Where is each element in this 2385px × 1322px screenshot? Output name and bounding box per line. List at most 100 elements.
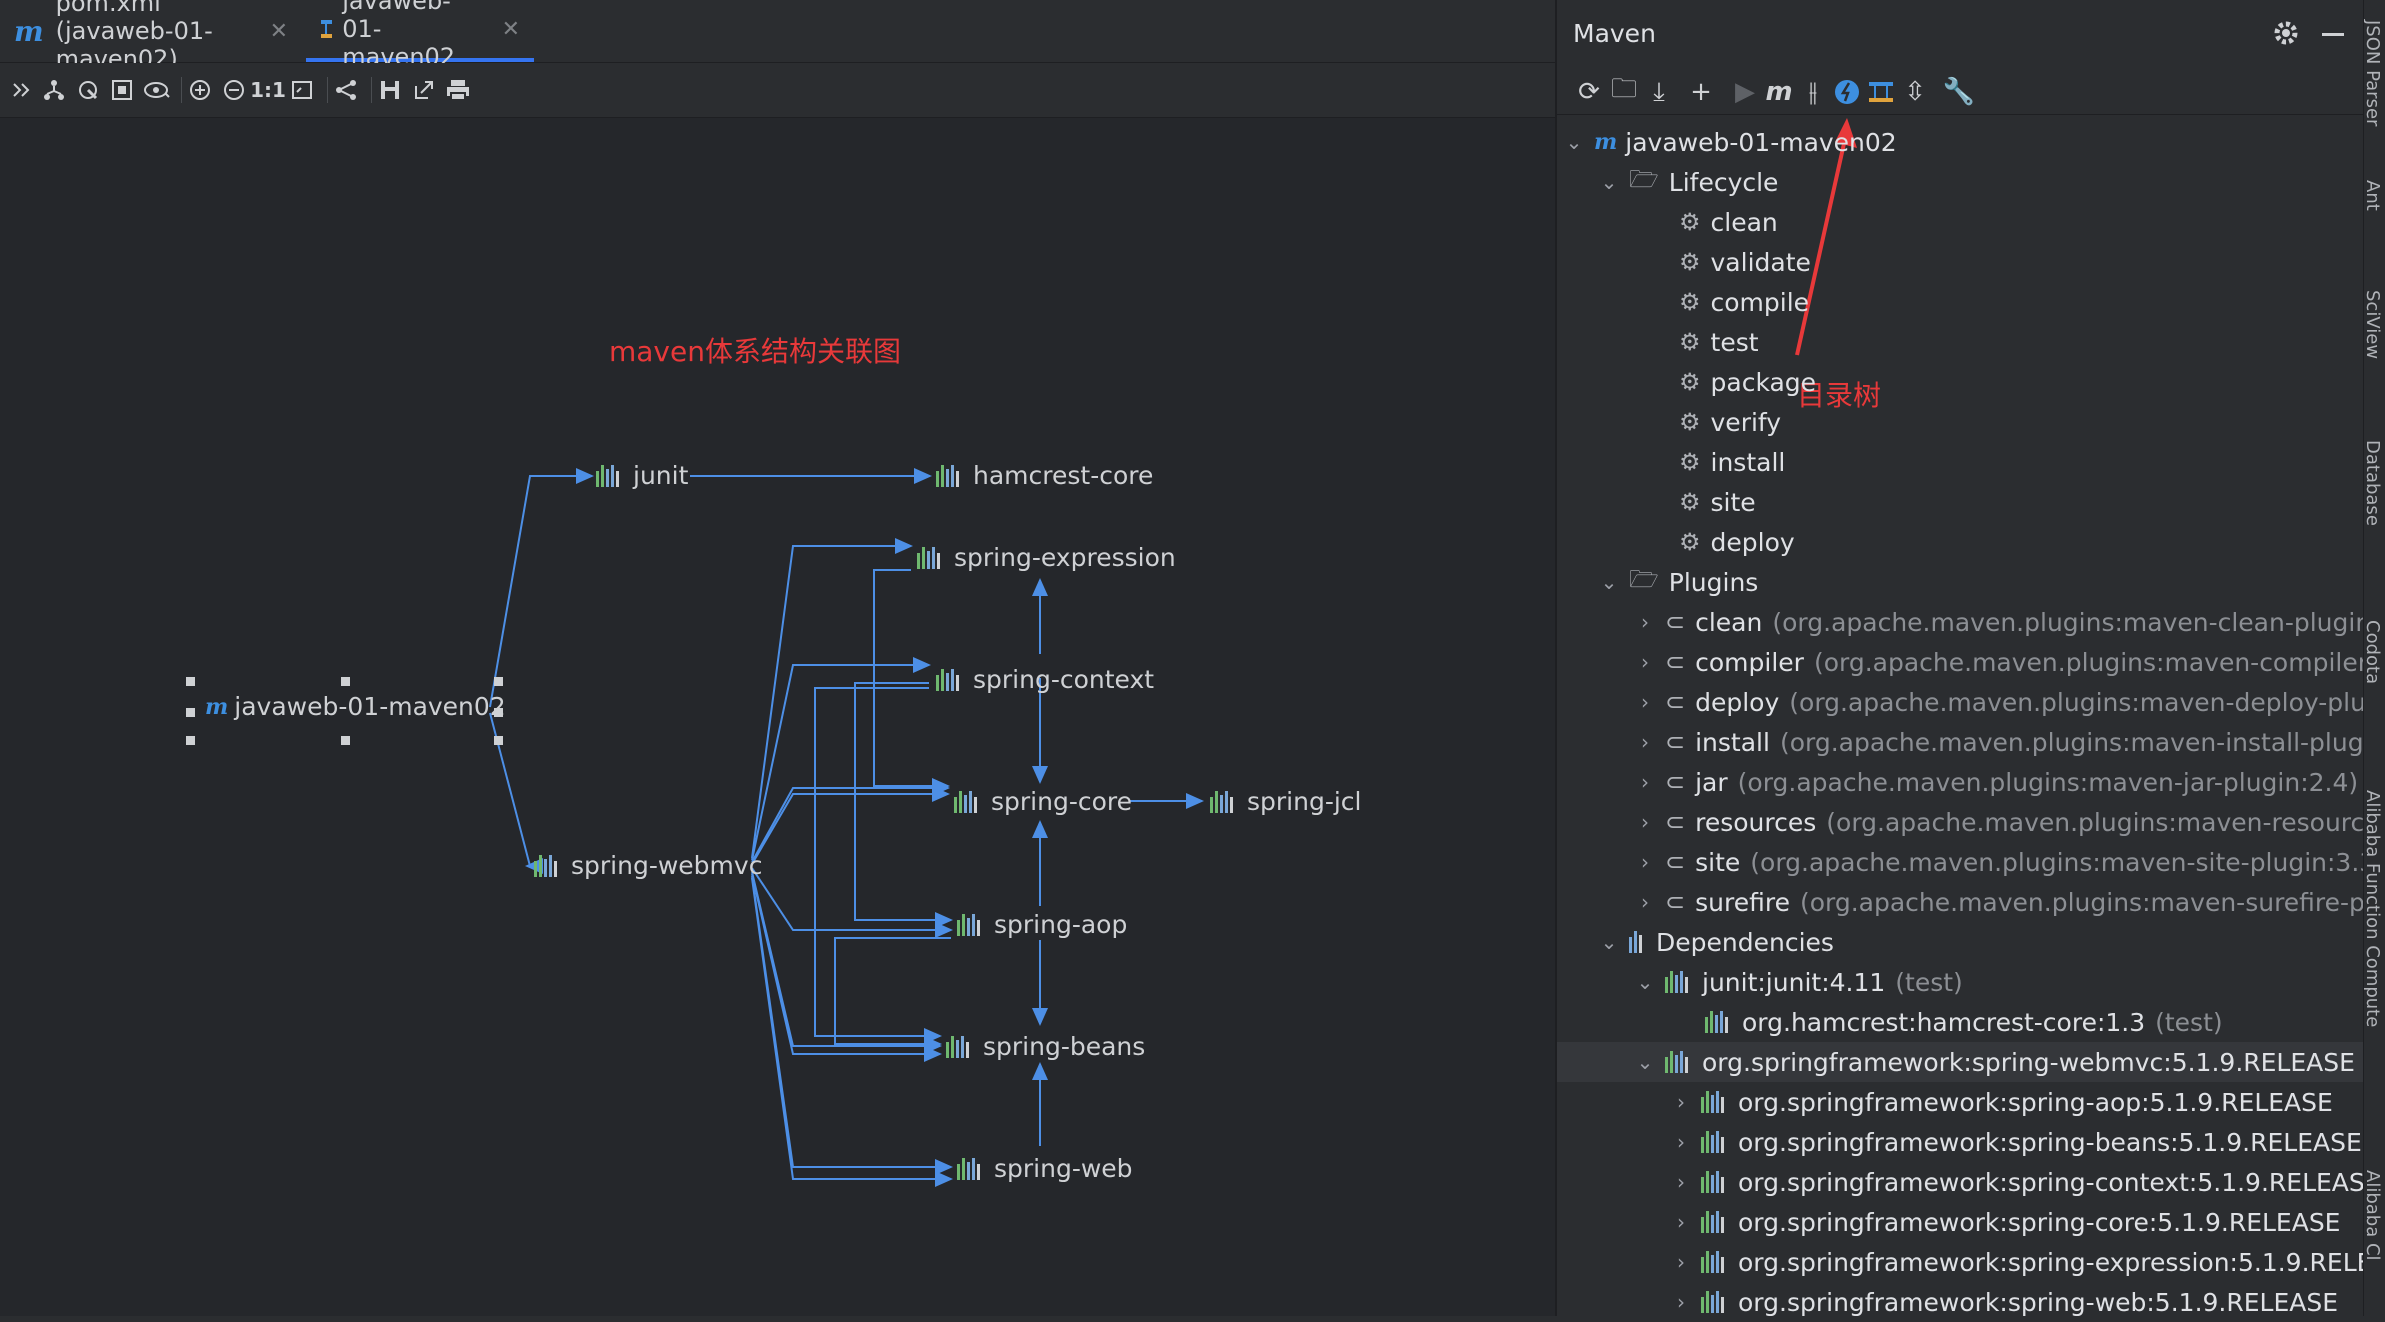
tree-label: javaweb-01-maven02: [1625, 127, 1897, 157]
node-spring-core[interactable]: spring-core: [954, 787, 1132, 816]
selection-handle[interactable]: [341, 677, 350, 686]
lifecycle-validate[interactable]: ⚙ validate: [1557, 242, 2385, 282]
chevron-down-icon[interactable]: ⌄: [1597, 930, 1621, 954]
tree-label: deploy: [1695, 687, 1780, 717]
chevron-right-icon[interactable]: ›: [1669, 1290, 1693, 1314]
tab-pom-xml[interactable]: m pom.xml (javaweb-01-maven02) ✕: [0, 0, 302, 73]
tree-label: org.springframework:spring-webmvc:5.1.9.…: [1702, 1047, 2355, 1077]
chevron-down-icon[interactable]: ⌄: [1562, 130, 1586, 154]
node-spring-beans[interactable]: spring-beans: [946, 1032, 1145, 1061]
node-hamcrest-core[interactable]: hamcrest-core: [936, 461, 1153, 490]
plugin-install[interactable]: › ⊂ install (org.apache.maven.plugins:maven…: [1557, 722, 2385, 762]
chevron-right-icon[interactable]: ›: [1669, 1090, 1693, 1114]
dep-spring-core[interactable]: › org.springframework:spring-core:5.1.9.R…: [1557, 1202, 2385, 1242]
dep-webmvc[interactable]: ⌄ org.springframework:spring-webmvc:5.1.…: [1557, 1042, 2385, 1082]
dep-junit[interactable]: ⌄ junit:junit:4.11 (test): [1557, 962, 2385, 1002]
lifecycle-site[interactable]: ⚙ site: [1557, 482, 2385, 522]
tab-diagram[interactable]: javaweb-01-maven02 ✕: [306, 0, 534, 71]
selection-handle[interactable]: [494, 736, 503, 745]
plugin-resources[interactable]: › ⊂ resources (org.apache.maven.plugins:mav…: [1557, 802, 2385, 842]
sidebar-sciview[interactable]: SciView: [2364, 290, 2383, 359]
tree-dependencies[interactable]: ⌄ Dependencies: [1557, 922, 2385, 962]
chevron-down-icon[interactable]: ⌄: [1597, 570, 1621, 594]
chevron-right-icon[interactable]: ›: [1633, 730, 1657, 754]
chevron-right-icon[interactable]: ›: [1669, 1250, 1693, 1274]
dep-spring-beans[interactable]: › org.springframework:spring-beans:5.1.9.…: [1557, 1122, 2385, 1162]
selection-handle[interactable]: [186, 708, 195, 717]
dep-spring-aop[interactable]: › org.springframework:spring-aop:5.1.9.RE…: [1557, 1082, 2385, 1122]
chevron-down-icon[interactable]: ⌄: [1597, 170, 1621, 194]
close-icon[interactable]: ✕: [502, 17, 520, 42]
plugin-deploy[interactable]: › ⊂ deploy (org.apache.maven.plugins:maven-…: [1557, 682, 2385, 722]
lifecycle-compile[interactable]: ⚙ compile: [1557, 282, 2385, 322]
tree-label: site: [1695, 847, 1741, 877]
dep-hamcrest[interactable]: org.hamcrest:hamcrest-core:1.3 (test): [1557, 1002, 2385, 1042]
node-spring-context[interactable]: spring-context: [936, 665, 1154, 694]
chevron-right-icon[interactable]: ›: [1633, 810, 1657, 834]
chevron-right-icon[interactable]: ›: [1669, 1210, 1693, 1234]
dep-spring-web[interactable]: › org.springframework:spring-web:5.1.9.RE…: [1557, 1282, 2385, 1322]
chevron-right-icon[interactable]: ›: [1633, 770, 1657, 794]
selection-handle[interactable]: [494, 677, 503, 686]
tree-lifecycle[interactable]: ⌄ 🗁 Lifecycle: [1557, 162, 2385, 202]
share-icon[interactable]: [324, 63, 368, 117]
tree-root[interactable]: ⌄ m javaweb-01-maven02: [1557, 122, 2370, 162]
chevron-right-icon[interactable]: ›: [1633, 850, 1657, 874]
plugin-site[interactable]: › ⊂ site (org.apache.maven.plugins:maven-si…: [1557, 842, 2385, 882]
lifecycle-test[interactable]: ⚙ test: [1557, 322, 2385, 362]
eye-icon[interactable]: [135, 63, 179, 117]
node-junit[interactable]: junit: [596, 461, 688, 490]
tree-plugins[interactable]: ⌄ 🗁 Plugins: [1557, 562, 2385, 602]
selection-handle[interactable]: [341, 736, 350, 745]
chevron-right-icon[interactable]: ›: [1633, 610, 1657, 634]
minimize-icon[interactable]: [2322, 33, 2344, 36]
chevron-right-icon[interactable]: ›: [1669, 1170, 1693, 1194]
gear-icon: ⚙: [1679, 328, 1701, 356]
fit-content-icon[interactable]: [280, 63, 324, 117]
tree-label: surefire: [1695, 887, 1790, 917]
plugin-icon: ⊂: [1665, 608, 1686, 636]
plugin-icon: ⊂: [1665, 648, 1686, 676]
sidebar-ant[interactable]: Ant: [2364, 180, 2383, 211]
gear-icon[interactable]: [2272, 19, 2300, 47]
selection-handle[interactable]: [186, 677, 195, 686]
node-spring-aop[interactable]: spring-aop: [957, 910, 1127, 939]
plugin-clean[interactable]: › ⊂ clean (org.apache.maven.plugins:maven-c…: [1557, 602, 2385, 642]
node-spring-jcl[interactable]: spring-jcl: [1210, 787, 1362, 816]
node-spring-webmvc[interactable]: spring-webmvc: [534, 851, 762, 880]
selection-handle[interactable]: [186, 736, 195, 745]
sidebar-alibaba-function[interactable]: Alibaba Function Compute: [2364, 790, 2383, 1027]
edge-context-beans: [814, 687, 942, 1044]
chevron-down-icon[interactable]: ⌄: [1633, 970, 1657, 994]
lifecycle-deploy[interactable]: ⚙ deploy: [1557, 522, 2385, 562]
plugin-compiler[interactable]: › ⊂ compiler (org.apache.maven.plugins:mave…: [1557, 642, 2385, 682]
lifecycle-install[interactable]: ⚙ install: [1557, 442, 2385, 482]
lifecycle-verify[interactable]: ⚙ verify: [1557, 402, 2385, 442]
dep-spring-context[interactable]: › org.springframework:spring-context:5.1.…: [1557, 1162, 2385, 1202]
sidebar-json-parser[interactable]: JSON Parser: [2364, 20, 2383, 126]
plugin-jar[interactable]: › ⊂ jar (org.apache.maven.plugins:maven-jar…: [1557, 762, 2385, 802]
node-spring-web[interactable]: spring-web: [957, 1154, 1133, 1183]
lifecycle-clean[interactable]: ⚙ clean: [1557, 202, 2385, 242]
chevron-right-icon[interactable]: ›: [1633, 890, 1657, 914]
tree-label: org.springframework:spring-context:5.1.9…: [1738, 1167, 2381, 1197]
dep-spring-expression[interactable]: › org.springframework:spring-expression:5…: [1557, 1242, 2385, 1282]
plugin-icon: ⊂: [1665, 848, 1686, 876]
node-root[interactable]: m javaweb-01-maven02: [205, 692, 506, 721]
sidebar-codota[interactable]: Codota: [2364, 620, 2383, 684]
sidebar-alibaba-cloud[interactable]: Alibaba Cl: [2364, 1170, 2383, 1261]
close-icon[interactable]: ✕: [270, 19, 288, 44]
node-spring-expression[interactable]: spring-expression: [917, 543, 1176, 572]
plugin-surefire[interactable]: › ⊂ surefire (org.apache.maven.plugins:mave…: [1557, 882, 2385, 922]
chevron-down-icon[interactable]: ⌄: [1633, 1050, 1657, 1074]
dependency-diagram[interactable]: maven体系结构关联图 m javaweb-01-maven02 junit …: [0, 118, 1555, 1316]
sidebar-database[interactable]: Database: [2364, 440, 2383, 526]
chevron-right-icon[interactable]: ›: [1633, 690, 1657, 714]
editor-tab-bar: m pom.xml (javaweb-01-maven02) ✕ javaweb…: [0, 0, 1555, 73]
chevron-right-icon[interactable]: ›: [1633, 650, 1657, 674]
chevron-right-icon[interactable]: ›: [1669, 1130, 1693, 1154]
lifecycle-package[interactable]: ⚙ package: [1557, 362, 2385, 402]
tab-label: javaweb-01-maven02: [342, 0, 456, 71]
print-icon[interactable]: [436, 63, 480, 117]
node-label: spring-context: [973, 665, 1155, 694]
